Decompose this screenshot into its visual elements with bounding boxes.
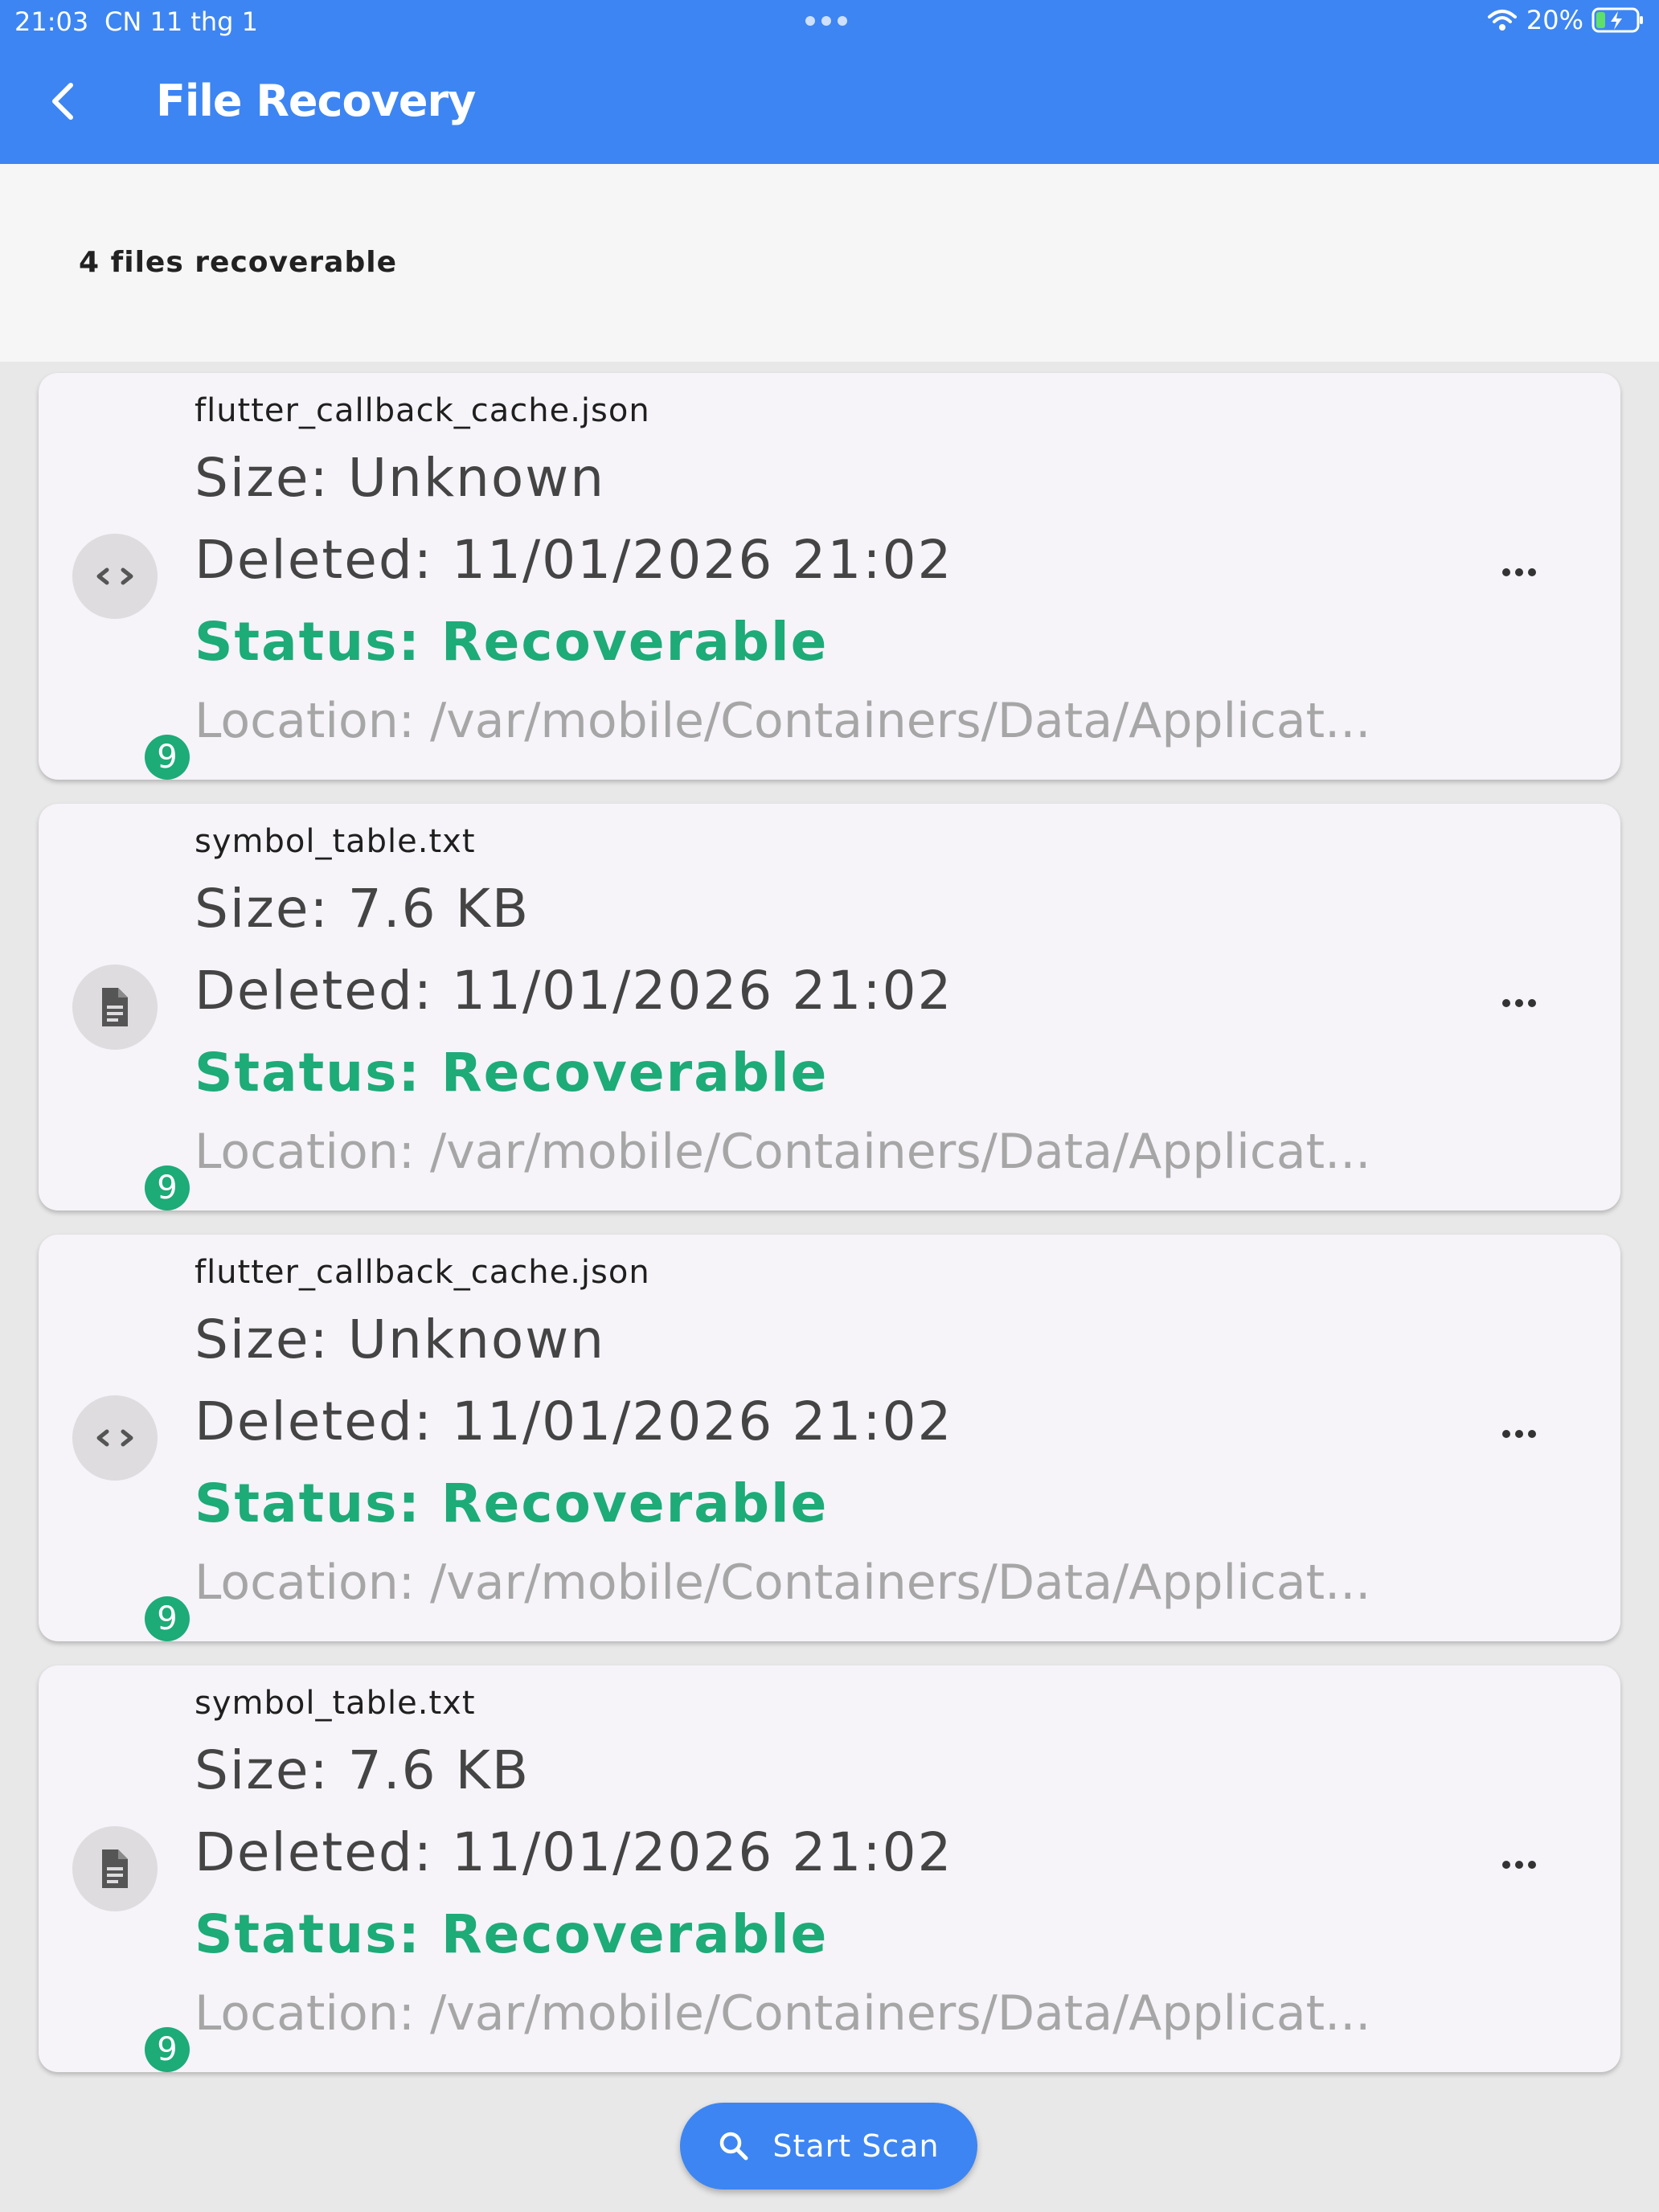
file-size: Size: Unknown [195,1309,606,1370]
more-options-button[interactable] [1495,548,1543,596]
file-status: Status: Recoverable [195,611,829,673]
count-badge: 9 [145,735,190,780]
file-size: Size: 7.6 KB [195,878,530,940]
text-file-icon [102,1849,128,1888]
file-name: symbol_table.txt [195,823,476,860]
file-name: flutter_callback_cache.json [195,1254,650,1291]
file-name: symbol_table.txt [195,1685,476,1722]
more-horizontal-icon [1502,999,1536,1007]
file-deleted-date: Deleted: 11/01/2026 21:02 [195,960,953,1022]
file-card[interactable]: 9 flutter_callback_cache.json Size: Unkn… [39,1235,1620,1641]
more-horizontal-icon [1502,1430,1536,1438]
file-size: Size: Unknown [195,447,606,509]
file-deleted-date: Deleted: 11/01/2026 21:02 [195,1821,953,1883]
back-button[interactable] [39,76,90,127]
multitasking-dots-icon[interactable] [805,16,847,26]
file-avatar: 9 [72,1395,190,1641]
file-card[interactable]: 9 symbol_table.txt Size: 7.6 KB Deleted:… [39,1665,1620,2072]
recoverable-count: 4 files recoverable [79,246,397,279]
file-name: flutter_callback_cache.json [195,392,650,429]
more-horizontal-icon [1502,1861,1536,1869]
battery-percent: 20% [1526,5,1583,35]
file-location: Location: /var/mobile/Containers/Data/Ap… [195,693,1371,749]
chevron-left-icon [52,83,73,120]
count-badge: 9 [145,1165,190,1210]
code-file-icon [96,567,133,585]
start-scan-button[interactable]: Start Scan [680,2103,977,2189]
status-bar: 21:03 CN 11 thg 1 20% [0,0,1659,45]
file-avatar: 9 [72,965,190,1210]
file-status: Status: Recoverable [195,1473,829,1534]
summary-header: 4 files recoverable [0,164,1659,362]
start-scan-label: Start Scan [772,2128,940,2164]
more-options-button[interactable] [1495,1410,1543,1458]
file-status: Status: Recoverable [195,1903,829,1965]
more-options-button[interactable] [1495,1841,1543,1889]
file-location: Location: /var/mobile/Containers/Data/Ap… [195,1124,1371,1180]
wifi-icon [1487,10,1517,31]
more-horizontal-icon [1502,568,1536,576]
text-file-icon [102,988,128,1026]
file-avatar: 9 [72,534,190,780]
file-card[interactable]: 9 symbol_table.txt Size: 7.6 KB Deleted:… [39,804,1620,1210]
code-file-icon [96,1429,133,1447]
file-card[interactable]: 9 flutter_callback_cache.json Size: Unkn… [39,373,1620,780]
file-avatar: 9 [72,1826,190,2072]
search-icon [720,2132,748,2161]
status-time: 21:03 [14,6,89,37]
status-right: 20% [1486,5,1645,35]
file-deleted-date: Deleted: 11/01/2026 21:02 [195,529,953,591]
file-deleted-date: Deleted: 11/01/2026 21:02 [195,1391,953,1452]
count-badge: 9 [145,1596,190,1641]
app-bar: File Recovery [0,45,1659,164]
count-badge: 9 [145,2027,190,2072]
status-date: CN 11 thg 1 [104,6,259,37]
more-options-button[interactable] [1495,979,1543,1027]
file-location: Location: /var/mobile/Containers/Data/Ap… [195,1985,1371,2042]
page-title: File Recovery [156,76,476,126]
file-status: Status: Recoverable [195,1042,829,1104]
file-location: Location: /var/mobile/Containers/Data/Ap… [195,1555,1371,1611]
battery-charging-icon [1591,7,1643,33]
file-size: Size: 7.6 KB [195,1739,530,1801]
